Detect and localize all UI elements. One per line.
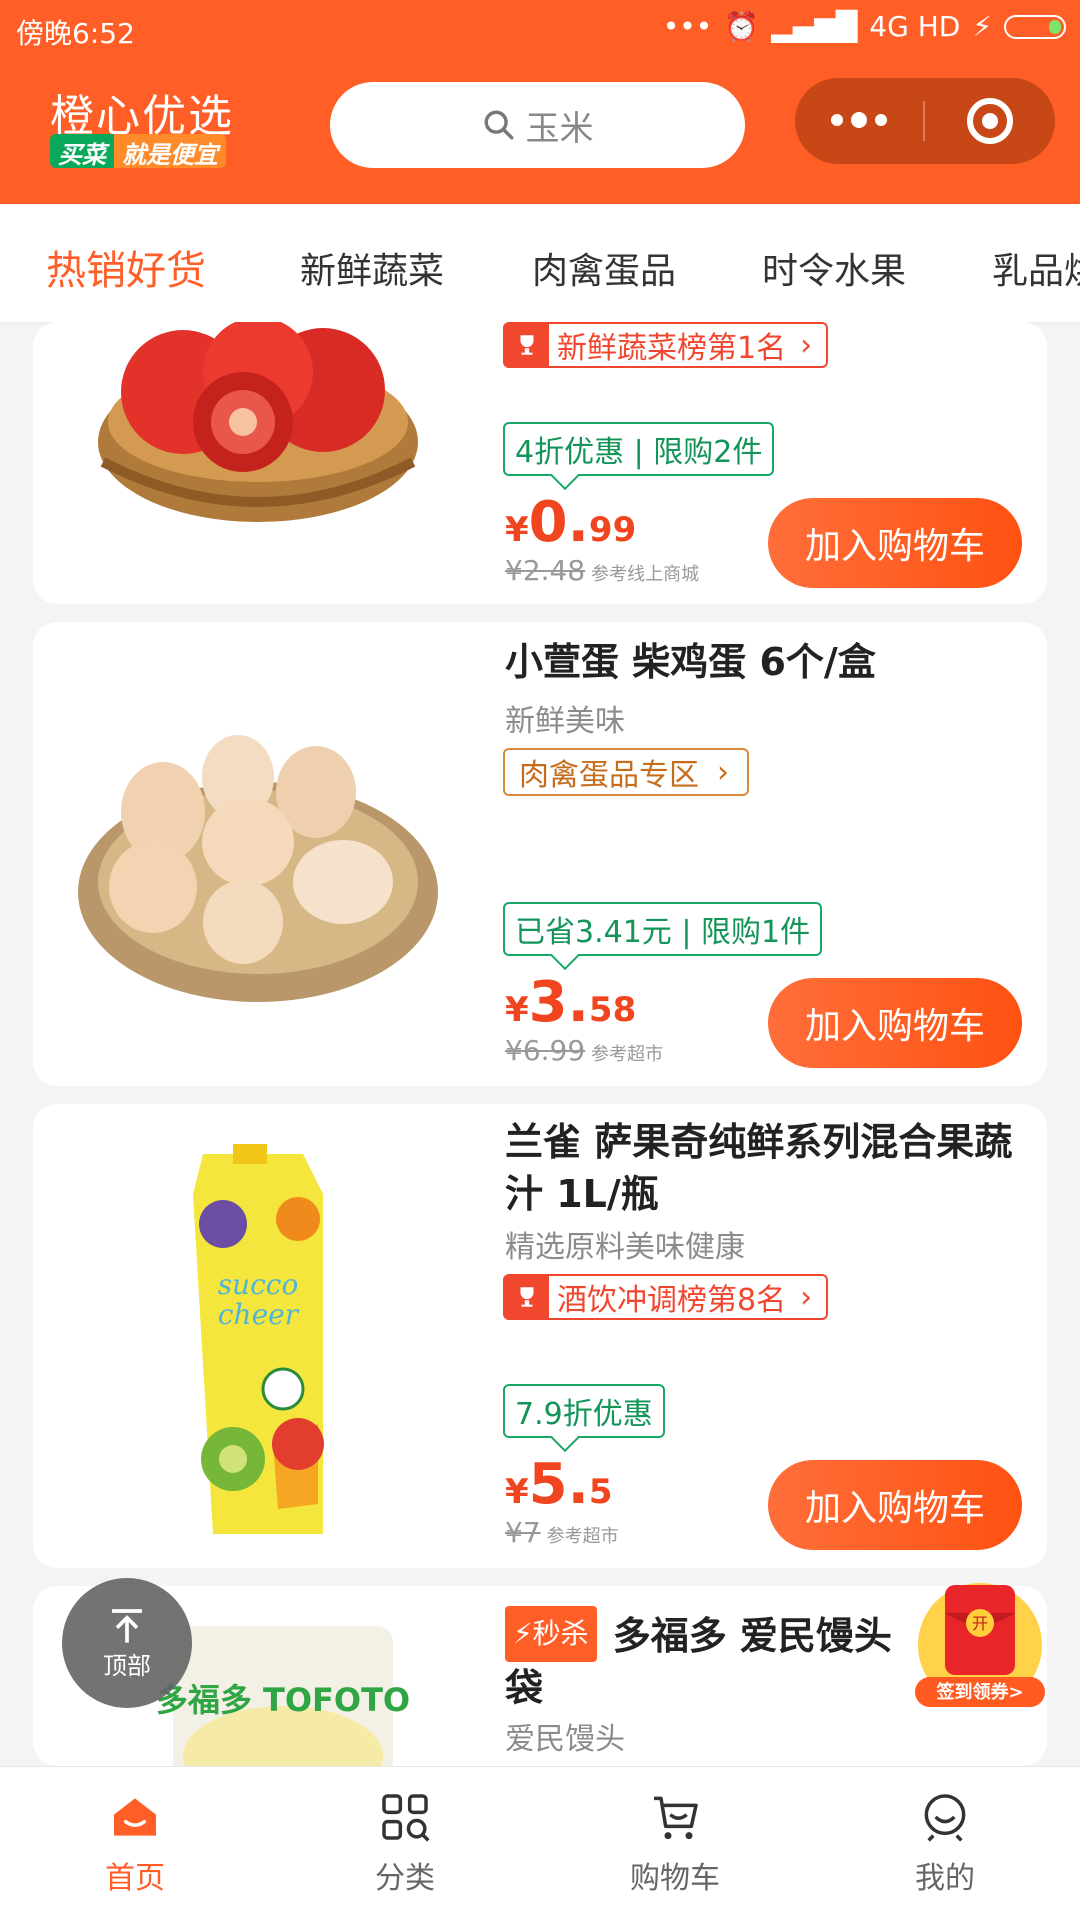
rank-badge[interactable]: 新鲜蔬菜榜第1名 › [503,322,829,368]
redpack-mark: 开 [972,1614,988,1633]
logo-tag-left: 买菜 [50,134,114,169]
nav-category[interactable]: 分类 [270,1767,540,1920]
zone-text: 肉禽蛋品专区 [519,758,699,793]
chevron-right-icon: › [800,1279,813,1315]
category-zone-link[interactable]: 肉禽蛋品专区 › [503,748,749,796]
logo-tagline: 买菜 就是便宜 [50,134,226,169]
svg-text:succo: succo [218,1268,299,1301]
category-icon [382,1794,430,1842]
trophy-icon [505,1276,549,1318]
original-price: ¥7 参考超市 [505,1516,619,1549]
product-subtitle: 精选原料美味健康 [505,1230,745,1265]
arrow-up-icon [112,1608,142,1643]
product-subtitle: 新鲜美味 [505,704,625,739]
menu-dots-icon[interactable] [795,112,923,128]
profile-icon [924,1794,966,1842]
original-price: ¥6.99 参考超市 [505,1034,664,1067]
nav-home[interactable]: 首页 [0,1767,270,1920]
battery-icon [1004,14,1066,39]
search-icon [484,110,513,140]
add-to-cart-button[interactable]: 加入购物车 [768,1460,1022,1550]
lightning-icon: ⚡ [513,1617,533,1650]
original-price: ¥2.48 参考线上商城 [505,554,700,587]
search-placeholder: 玉米 [525,108,594,149]
nav-label: 首页 [105,1861,165,1896]
logo-tag-right: 就是便宜 [114,134,226,169]
promo-tag: 已省3.41元 | 限购1件 [503,902,823,956]
product-card-juice[interactable]: succo cheer 兰雀 萨果奇纯鲜系列混合果蔬汁 1L/瓶 精选原料美味健… [33,1104,1047,1568]
more-dots-icon: ••• [662,10,713,43]
home-icon [114,1798,156,1836]
seckill-badge: ⚡ 秒杀 [505,1606,597,1662]
tab-meat-eggs[interactable]: 肉禽蛋品 [532,242,676,294]
app-header: 傍晚6:52 ••• ⏰ ▂▄▆█ 4G HD ⚡ 橙心优选 买菜 就是便宜 玉… [0,0,1080,204]
charging-icon: ⚡ [972,10,992,43]
product-title: 兰雀 萨果奇纯鲜系列混合果蔬汁 1L/瓶 [505,1120,1013,1216]
tab-vegetables[interactable]: 新鲜蔬菜 [300,242,444,294]
back-to-top-button[interactable]: 顶部 [62,1578,192,1708]
network-label: 4G HD [869,10,961,43]
tab-dairy[interactable]: 乳品烘 [992,242,1080,294]
nav-label: 购物车 [630,1861,720,1896]
alarm-icon: ⏰ [724,10,760,43]
cart-icon [654,1796,698,1840]
chevron-right-icon: › [800,327,813,363]
miniprogram-capsule [795,78,1055,164]
add-to-cart-button[interactable]: 加入购物车 [768,978,1022,1068]
add-to-cart-button[interactable]: 加入购物车 [768,498,1022,588]
nav-cart[interactable]: 购物车 [540,1767,810,1920]
product-subtitle: 爱民馒头 [505,1722,625,1757]
product-card-tomato[interactable]: 新鲜蔬菜榜第1名 › 4折优惠 | 限购2件 ¥0.99 ¥2.48 参考线上商城… [33,322,1047,604]
price: ¥3.58 [505,970,637,1035]
category-tabs: 热销好货 新鲜蔬菜 肉禽蛋品 时令水果 乳品烘 [0,204,1080,322]
product-title: ⚡ 秒杀 多福多 爱民馒头袋 [505,1606,925,1714]
promo-tag: 7.9折优惠 [503,1384,665,1438]
nav-label: 我的 [915,1861,975,1896]
eggs-image [78,735,438,1002]
signal-icon: ▂▄▆█ [771,10,858,43]
promo-tag: 4折优惠 | 限购2件 [503,422,775,476]
price: ¥0.99 [505,490,637,555]
nav-profile[interactable]: 我的 [810,1767,1080,1920]
price: ¥5.5 [505,1452,613,1517]
juice-carton-image: succo cheer [193,1144,324,1534]
tomato-image [98,322,418,522]
rank-badge[interactable]: 酒饮冲调榜第8名 › [503,1274,829,1320]
product-card-eggs[interactable]: 小萱蛋 柴鸡蛋 6个/盒 新鲜美味 肉禽蛋品专区 › 已省3.41元 | 限购1… [33,622,1047,1086]
rank-text: 酒饮冲调榜第8名 [557,1283,787,1318]
seckill-text: 秒杀 [532,1617,589,1650]
back-to-top-label: 顶部 [103,1651,151,1680]
status-time: 傍晚6:52 [16,17,135,50]
chevron-right-icon: › [717,754,729,790]
tab-hot[interactable]: 热销好货 [46,238,206,296]
bottom-nav: 首页 分类 购物车 我的 [0,1766,1080,1920]
red-packet-icon[interactable]: 开 签到领券> [905,1565,1055,1715]
status-icons: ••• ⏰ ▂▄▆█ 4G HD ⚡ [663,10,1066,43]
status-bar: 傍晚6:52 ••• ⏰ ▂▄▆█ 4G HD ⚡ [0,0,1080,58]
trophy-icon [505,324,549,366]
nav-label: 分类 [375,1861,435,1896]
tab-fruit[interactable]: 时令水果 [762,242,906,294]
package-label: 多福多 TOFOTO [156,1681,410,1719]
svg-text:cheer: cheer [218,1298,300,1331]
app-logo: 橙心优选 买菜 就是便宜 [50,80,246,170]
close-target-icon[interactable] [925,98,1055,144]
rank-text: 新鲜蔬菜榜第1名 [557,331,787,366]
product-title: 小萱蛋 柴鸡蛋 6个/盒 [505,640,876,684]
redpack-label: 签到领券> [935,1681,1023,1703]
search-bar[interactable]: 玉米 [330,82,745,168]
